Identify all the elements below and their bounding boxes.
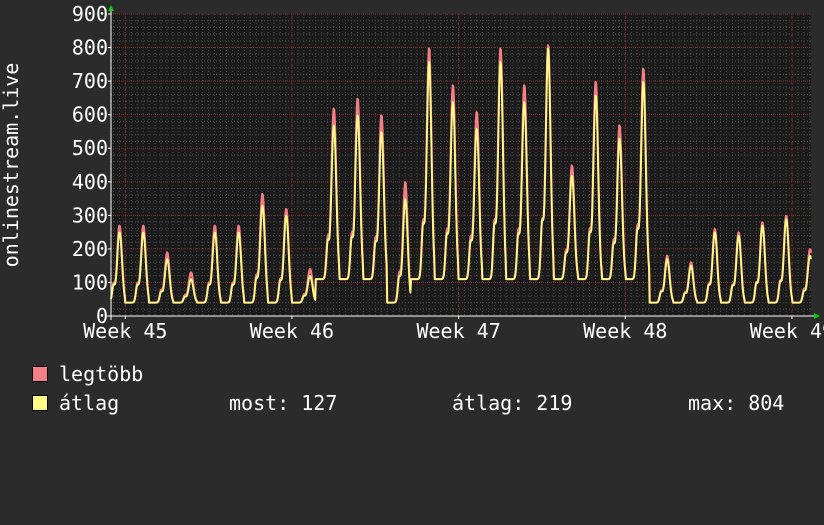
legend-label-avg: átlag [59,391,120,415]
stat-average: átlag: 219 [452,391,573,415]
y-tick-label: 300 [72,203,108,227]
y-axis-label: onlinestream.live [0,63,23,268]
x-tick-label: Week 45 [83,319,167,343]
stat-max: max: 804 [688,391,785,415]
x-tick-label: Week 48 [583,319,667,343]
legend-swatch-avg [32,395,48,411]
y-tick-label: 800 [72,36,108,60]
x-tick-label: Week 46 [250,319,334,343]
plot-background [111,14,811,316]
stat-now: most: 127 [229,391,338,415]
legend-row-max: legtöbb [32,363,143,385]
y-tick-label: 100 [72,270,108,294]
y-tick-label: 200 [72,237,108,261]
legend-swatch-max [32,366,48,382]
y-tick-label: 500 [72,136,108,160]
legend-row-avg: átlag most: 127 átlag: 219 max: 804 [32,392,802,414]
x-tick-label: Week 49 [750,319,824,343]
y-tick-label: 900 [72,2,108,26]
legend-label-max: legtöbb [59,362,144,386]
x-tick-labels: Week 45 Week 46 Week 47 Week 48 Week 49 [83,319,824,343]
y-tick-labels: 0100200300400500600700800900 [72,2,108,328]
y-tick-label: 600 [72,103,108,127]
traffic-chart: 0100200300400500600700800900 Week 45 Week… [0,2,824,343]
x-tick-label: Week 47 [416,319,500,343]
y-axis-arrow [108,5,114,11]
y-tick-label: 400 [72,170,108,194]
y-tick-label: 700 [72,69,108,93]
